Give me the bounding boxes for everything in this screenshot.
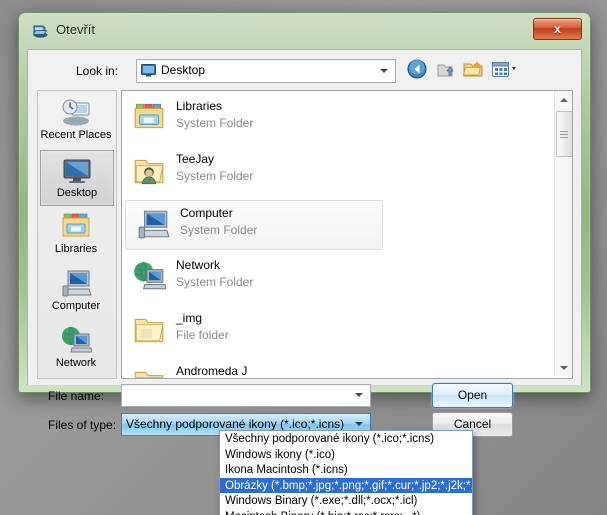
computer-icon: [138, 210, 170, 239]
desktop-monitor-icon: [63, 159, 91, 183]
dropdown-option[interactable]: Ikona Macintosh (*.icns): [220, 462, 472, 478]
look-in-label: Look in:: [76, 64, 119, 78]
place-item-network[interactable]: Network: [40, 321, 112, 375]
file-list-row[interactable]: TeeJay System Folder: [122, 147, 552, 195]
dropdown-option[interactable]: Obrázky (*.bmp;*.jpg;*.png;*.gif;*.cur;*…: [220, 477, 472, 493]
file-name-input[interactable]: [121, 384, 371, 407]
dropdown-option[interactable]: Všechny podporované ikony (*.ico;*.icns): [220, 431, 472, 447]
file-name-label: File name:: [48, 389, 105, 403]
look-in-combobox[interactable]: Desktop: [136, 59, 396, 83]
scroll-up-button[interactable]: [555, 91, 572, 108]
file-row-type: System Folder: [176, 169, 254, 183]
libraries-folder-icon: [62, 213, 90, 237]
dialog-client-area: Look in: Desktop Recent Places Desktop L…: [27, 49, 582, 437]
place-item-computer[interactable]: Computer: [40, 264, 112, 318]
network-globe-icon: [134, 261, 166, 290]
network-globe-icon: [62, 326, 92, 353]
scrollbar-thumb[interactable]: [556, 111, 572, 157]
dropdown-option[interactable]: Macintosh Binary (*.bin;*.rsc;*.rsrc;._*…: [220, 509, 472, 515]
window-title: Otevřít: [56, 22, 96, 37]
files-of-type-value: Všechny podporované ikony (*.ico;*.icns): [126, 417, 345, 431]
file-list[interactable]: Libraries System Folder TeeJay System Folde…: [121, 90, 573, 379]
new-folder-icon[interactable]: [462, 58, 484, 80]
triangle-down-icon: [560, 366, 568, 370]
file-list-row[interactable]: _img File folder: [122, 306, 552, 354]
file-row-type: File folder: [176, 328, 229, 342]
computer-icon: [62, 270, 92, 297]
open-file-dialog: Otevřít x Look in: Desktop Recent Places…: [18, 12, 591, 437]
file-list-row[interactable]: Andromeda J: [122, 359, 552, 378]
triangle-up-icon: [560, 98, 568, 102]
file-list-row[interactable]: Computer System Folder: [125, 200, 383, 250]
recent-places-icon: [62, 99, 90, 126]
close-button[interactable]: x: [533, 18, 582, 40]
up-one-level-icon[interactable]: [434, 58, 456, 80]
folder-icon: [134, 318, 164, 343]
place-item-libraries[interactable]: Libraries: [40, 207, 112, 261]
file-row-type: System Folder: [180, 223, 258, 237]
libraries-folder-icon: [134, 103, 164, 129]
file-row-name: TeeJay: [176, 152, 215, 166]
views-icon[interactable]: [490, 58, 522, 80]
place-item-label: Recent Places: [40, 129, 112, 141]
dropdown-option[interactable]: Windows ikony (*.ico): [220, 447, 472, 463]
desktop-monitor-icon: [141, 64, 156, 77]
back-arrow-icon[interactable]: [406, 58, 428, 80]
chevron-down-icon: [380, 69, 388, 73]
scroll-down-button[interactable]: [555, 359, 572, 376]
folder-icon: [134, 371, 164, 378]
open-folder-monitor-icon: [32, 25, 48, 38]
file-row-name: Andromeda J: [176, 364, 248, 378]
open-button[interactable]: Open: [432, 383, 513, 408]
file-list-row[interactable]: Network System Folder: [122, 253, 552, 301]
file-row-name: Network: [176, 258, 221, 272]
look-in-value: Desktop: [161, 63, 206, 77]
file-row-name: Libraries: [176, 99, 223, 113]
place-item-label: Desktop: [56, 187, 98, 199]
files-of-type-label: Files of type:: [48, 418, 117, 432]
file-row-name: _img: [176, 311, 203, 325]
chevron-down-icon[interactable]: [355, 393, 363, 397]
user-folder-icon: [134, 159, 164, 185]
place-item-recent-places[interactable]: Recent Places: [40, 93, 112, 147]
places-bar: Recent Places Desktop Libraries Computer Net…: [37, 90, 117, 379]
file-row-type: System Folder: [176, 116, 254, 130]
file-row-name: Computer: [180, 206, 233, 220]
chevron-down-icon[interactable]: [355, 422, 363, 426]
dropdown-option[interactable]: Windows Binary (*.exe;*.dll;*.ocx;*.icl): [220, 493, 472, 509]
place-item-desktop[interactable]: Desktop: [40, 150, 114, 206]
place-item-label: Computer: [51, 300, 101, 312]
title-bar: Otevřít x: [19, 13, 590, 49]
file-list-row[interactable]: Libraries System Folder: [122, 94, 552, 142]
file-row-type: System Folder: [176, 275, 254, 289]
place-item-label: Network: [55, 357, 97, 369]
file-list-scrollbar[interactable]: [554, 91, 572, 376]
files-of-type-dropdown-list[interactable]: Všechny podporované ikony (*.ico;*.icns)…: [219, 430, 473, 515]
place-item-label: Libraries: [54, 243, 98, 255]
